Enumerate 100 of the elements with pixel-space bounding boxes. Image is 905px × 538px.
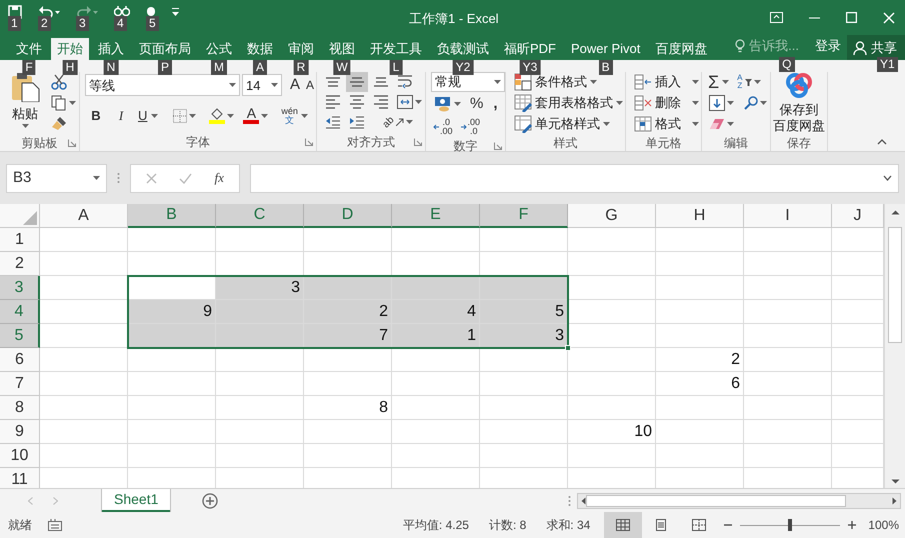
share-button[interactable]: 共享: [847, 35, 905, 60]
ribbon-tab[interactable]: 开发工具: [364, 38, 428, 60]
table-cell[interactable]: [832, 420, 884, 444]
ribbon-tab[interactable]: 负载测试: [431, 38, 495, 60]
table-cell[interactable]: [304, 276, 392, 300]
horizontal-scrollbar[interactable]: [577, 492, 901, 508]
column-header[interactable]: J: [832, 204, 884, 228]
table-cell[interactable]: [40, 252, 128, 276]
row-header[interactable]: 1: [0, 228, 40, 252]
paste-button[interactable]: 粘贴: [6, 72, 44, 132]
table-cell[interactable]: [832, 228, 884, 252]
ribbon-tab[interactable]: 数据: [241, 38, 279, 60]
ribbon-tab[interactable]: 开始: [51, 38, 89, 60]
phonetic-button[interactable]: wén 文: [278, 104, 311, 126]
table-cell[interactable]: [480, 276, 568, 300]
grow-font-button[interactable]: A: [288, 74, 302, 96]
column-header[interactable]: F: [480, 204, 568, 228]
table-cell[interactable]: 10: [568, 420, 656, 444]
ribbon-tab[interactable]: 视图: [323, 38, 361, 60]
table-cell[interactable]: [216, 348, 304, 372]
row-header[interactable]: 4: [0, 300, 40, 324]
zoom-slider[interactable]: [740, 519, 840, 531]
sheet-tab[interactable]: Sheet1: [102, 489, 170, 512]
number-format-field[interactable]: 常规: [431, 72, 506, 92]
shrink-font-button[interactable]: A: [304, 76, 316, 94]
bold-button[interactable]: B: [85, 104, 107, 126]
table-cell[interactable]: [392, 444, 480, 468]
table-cell[interactable]: [568, 348, 656, 372]
insert-function-button[interactable]: fx: [214, 168, 224, 188]
table-cell[interactable]: [304, 444, 392, 468]
table-cell[interactable]: [304, 420, 392, 444]
table-cell[interactable]: [568, 252, 656, 276]
table-cell[interactable]: 5: [480, 300, 568, 324]
column-header[interactable]: I: [744, 204, 832, 228]
table-cell[interactable]: 3: [216, 276, 304, 300]
autosum-button[interactable]: Σ: [706, 72, 732, 92]
ribbon-tab[interactable]: 公式: [200, 38, 238, 60]
table-cell[interactable]: [392, 276, 480, 300]
table-cell[interactable]: 8: [304, 396, 392, 420]
table-cell[interactable]: [40, 444, 128, 468]
table-cell[interactable]: [128, 444, 216, 468]
zoom-in-button[interactable]: [848, 521, 856, 529]
table-cell[interactable]: [216, 444, 304, 468]
table-cell[interactable]: [216, 324, 304, 348]
comma-button[interactable]: ,: [489, 93, 502, 116]
decrease-decimal-button[interactable]: .00 .0: [458, 116, 482, 136]
table-cell[interactable]: 9: [128, 300, 216, 324]
table-cell[interactable]: [128, 228, 216, 252]
table-cell[interactable]: [656, 420, 744, 444]
table-cell[interactable]: [40, 348, 128, 372]
formula-input[interactable]: [250, 164, 899, 192]
table-cell[interactable]: 2: [304, 300, 392, 324]
table-cell[interactable]: [744, 324, 832, 348]
table-cell[interactable]: [568, 228, 656, 252]
table-cell[interactable]: [744, 276, 832, 300]
table-cell[interactable]: [216, 420, 304, 444]
table-cell[interactable]: [832, 348, 884, 372]
column-header[interactable]: H: [656, 204, 744, 228]
table-cell[interactable]: 7: [304, 324, 392, 348]
table-cell[interactable]: [656, 324, 744, 348]
table-cell[interactable]: [656, 252, 744, 276]
table-cell[interactable]: [744, 300, 832, 324]
cell-button[interactable]: 插入: [632, 72, 702, 92]
name-box[interactable]: B3: [6, 164, 107, 192]
table-cell[interactable]: [656, 444, 744, 468]
table-cell[interactable]: [40, 396, 128, 420]
column-header[interactable]: G: [568, 204, 656, 228]
table-cell[interactable]: [568, 324, 656, 348]
style-button[interactable]: 条件格式: [512, 72, 626, 92]
table-cell[interactable]: [832, 444, 884, 468]
table-cell[interactable]: [304, 228, 392, 252]
table-cell[interactable]: [216, 228, 304, 252]
table-cell[interactable]: [744, 228, 832, 252]
table-cell[interactable]: [40, 372, 128, 396]
table-cell[interactable]: 3: [480, 324, 568, 348]
font-size-field[interactable]: 14: [242, 74, 282, 96]
table-cell[interactable]: [832, 252, 884, 276]
table-cell[interactable]: [568, 276, 656, 300]
vertical-scrollbar[interactable]: [884, 204, 905, 488]
table-cell[interactable]: [392, 228, 480, 252]
table-cell[interactable]: [304, 372, 392, 396]
cell-button[interactable]: 删除: [632, 93, 702, 113]
style-button[interactable]: 单元格样式: [512, 114, 626, 134]
row-header[interactable]: 11: [0, 468, 40, 488]
table-cell[interactable]: [392, 372, 480, 396]
slider-thumb[interactable]: [788, 519, 792, 531]
scroll-thumb[interactable]: [888, 227, 902, 343]
table-cell[interactable]: [392, 420, 480, 444]
ribbon-tab[interactable]: Power Pivot: [565, 38, 646, 60]
table-cell[interactable]: [216, 396, 304, 420]
zoom-level[interactable]: 100%: [868, 516, 899, 534]
table-cell[interactable]: [128, 420, 216, 444]
ribbon-tab[interactable]: 页面布局: [133, 38, 197, 60]
table-cell[interactable]: [832, 324, 884, 348]
font-color-button[interactable]: A: [240, 104, 272, 126]
view-button[interactable]: [604, 512, 642, 538]
column-header[interactable]: B: [128, 204, 216, 228]
save-to-cloud-button[interactable]: 保存到 百度网盘: [771, 72, 828, 134]
enter-button[interactable]: [179, 172, 192, 184]
table-cell[interactable]: [40, 420, 128, 444]
